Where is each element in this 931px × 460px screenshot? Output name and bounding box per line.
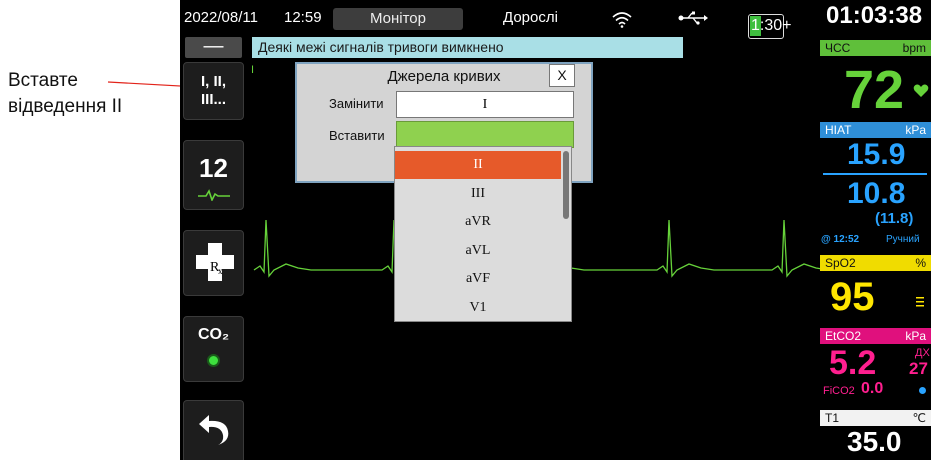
temp-panel[interactable]: T1 ℃ 35.0 (820, 410, 931, 460)
rr-value: 27 (909, 359, 928, 378)
medications-button[interactable]: R x (183, 230, 244, 296)
svg-text:x: x (218, 266, 223, 276)
back-button[interactable] (183, 400, 244, 460)
twelve-lead-label: 12 (199, 153, 228, 183)
nibp-diastolic: 10.8 (847, 177, 906, 210)
etco2-value: 5.2 (829, 344, 877, 382)
dialog-title: Джерела кривих (387, 68, 501, 85)
mode-button[interactable]: Монітор (333, 8, 463, 30)
monitor-screen: 2022/08/11 12:59 Монітор Дорослі 1:30+ 0… (180, 0, 931, 460)
date: 2022/08/11 (184, 9, 258, 26)
hr-unit: bpm (902, 41, 926, 55)
replace-field[interactable]: I (396, 91, 574, 118)
wifi-icon (612, 12, 632, 28)
hr-value: 72 (844, 60, 905, 120)
elapsed-clock: 01:03:38 (826, 2, 923, 29)
usb-icon (678, 11, 708, 25)
ecg-mini-icon (198, 189, 230, 201)
nibp-header: НІАТ kPa (820, 122, 931, 138)
battery-icon: 1:30+ (748, 14, 791, 39)
temp-unit: ℃ (912, 411, 926, 425)
rr-label: ДХ (915, 347, 930, 359)
lead-dropdown-list[interactable]: II III aVR aVL aVF V1 (394, 146, 572, 322)
etco2-header: EtCO2 kPa (820, 328, 931, 344)
nibp-panel[interactable]: НІАТ kPa 15.9 10.8 (11.8) @ 12:52 Ручний (820, 122, 931, 254)
co2-button[interactable]: CO₂ (183, 316, 244, 382)
spo2-label: SpO2 (825, 256, 856, 270)
close-button[interactable]: X (549, 64, 575, 87)
temp-value: 35.0 (847, 426, 902, 457)
patient-type[interactable]: Дорослі (503, 9, 558, 26)
temp-label: T1 (825, 411, 840, 425)
nibp-mean: (11.8) (875, 210, 914, 227)
spo2-header: SpO2 % (820, 255, 931, 271)
nibp-mode: Ручний (886, 234, 920, 245)
hr-panel[interactable]: ЧСС bpm 72 (820, 40, 931, 124)
heart-icon (913, 84, 929, 97)
signal-bars-icon (916, 297, 924, 307)
fico2-value: 0.0 (861, 380, 884, 397)
etco2-label: EtCO2 (825, 329, 862, 343)
breath-indicator (919, 387, 926, 394)
spo2-unit: % (915, 256, 926, 270)
nibp-label: НІАТ (825, 123, 852, 137)
replace-label: Замінити (329, 96, 384, 111)
time: 12:59 (284, 9, 322, 26)
lead-option[interactable]: aVF (395, 265, 561, 293)
status-bar: 2022/08/11 12:59 Монітор Дорослі 1:30+ 0… (180, 0, 931, 39)
collapse-button[interactable]: — (185, 36, 242, 58)
fico2-label: FiCO2 (823, 385, 855, 397)
nibp-time: @ 12:52 (821, 234, 860, 245)
co2-status-indicator (207, 354, 220, 367)
wave-lead-label: I (251, 64, 255, 76)
back-arrow-icon (199, 415, 229, 445)
dropdown-scrollbar[interactable] (563, 151, 569, 219)
nibp-unit: kPa (905, 123, 926, 137)
lead-select-button[interactable]: I, II, III... (183, 62, 244, 120)
battery-time: 1:30+ (751, 17, 792, 34)
lead-option[interactable]: II (395, 151, 561, 179)
rx-cross-icon: R x (196, 243, 234, 281)
co2-label: CO₂ (197, 326, 230, 343)
spo2-panel[interactable]: SpO2 % 95 (820, 255, 931, 328)
lead-option[interactable]: aVL (395, 237, 561, 265)
lead-option[interactable]: aVR (395, 208, 561, 236)
spo2-value: 95 (830, 275, 875, 319)
lead-option[interactable]: V1 (395, 294, 561, 322)
insert-label: Вставити (329, 128, 385, 143)
lead-select-label: I, II, III... (200, 73, 226, 108)
etco2-panel[interactable]: EtCO2 kPa 5.2 ДХ 27 FiCO2 0.0 (820, 328, 931, 408)
hr-header: ЧСС bpm (820, 40, 931, 56)
temp-header: T1 ℃ (820, 410, 931, 426)
nibp-divider (823, 173, 927, 175)
hr-label: ЧСС (825, 41, 851, 55)
insert-field[interactable] (396, 121, 574, 148)
twelve-lead-button[interactable]: 12 (183, 140, 244, 210)
nibp-systolic: 15.9 (847, 138, 906, 171)
lead-option[interactable]: III (395, 180, 561, 208)
alarm-message: Деякі межі сигналів тривоги вимкнено (252, 37, 683, 58)
etco2-unit: kPa (905, 329, 926, 343)
